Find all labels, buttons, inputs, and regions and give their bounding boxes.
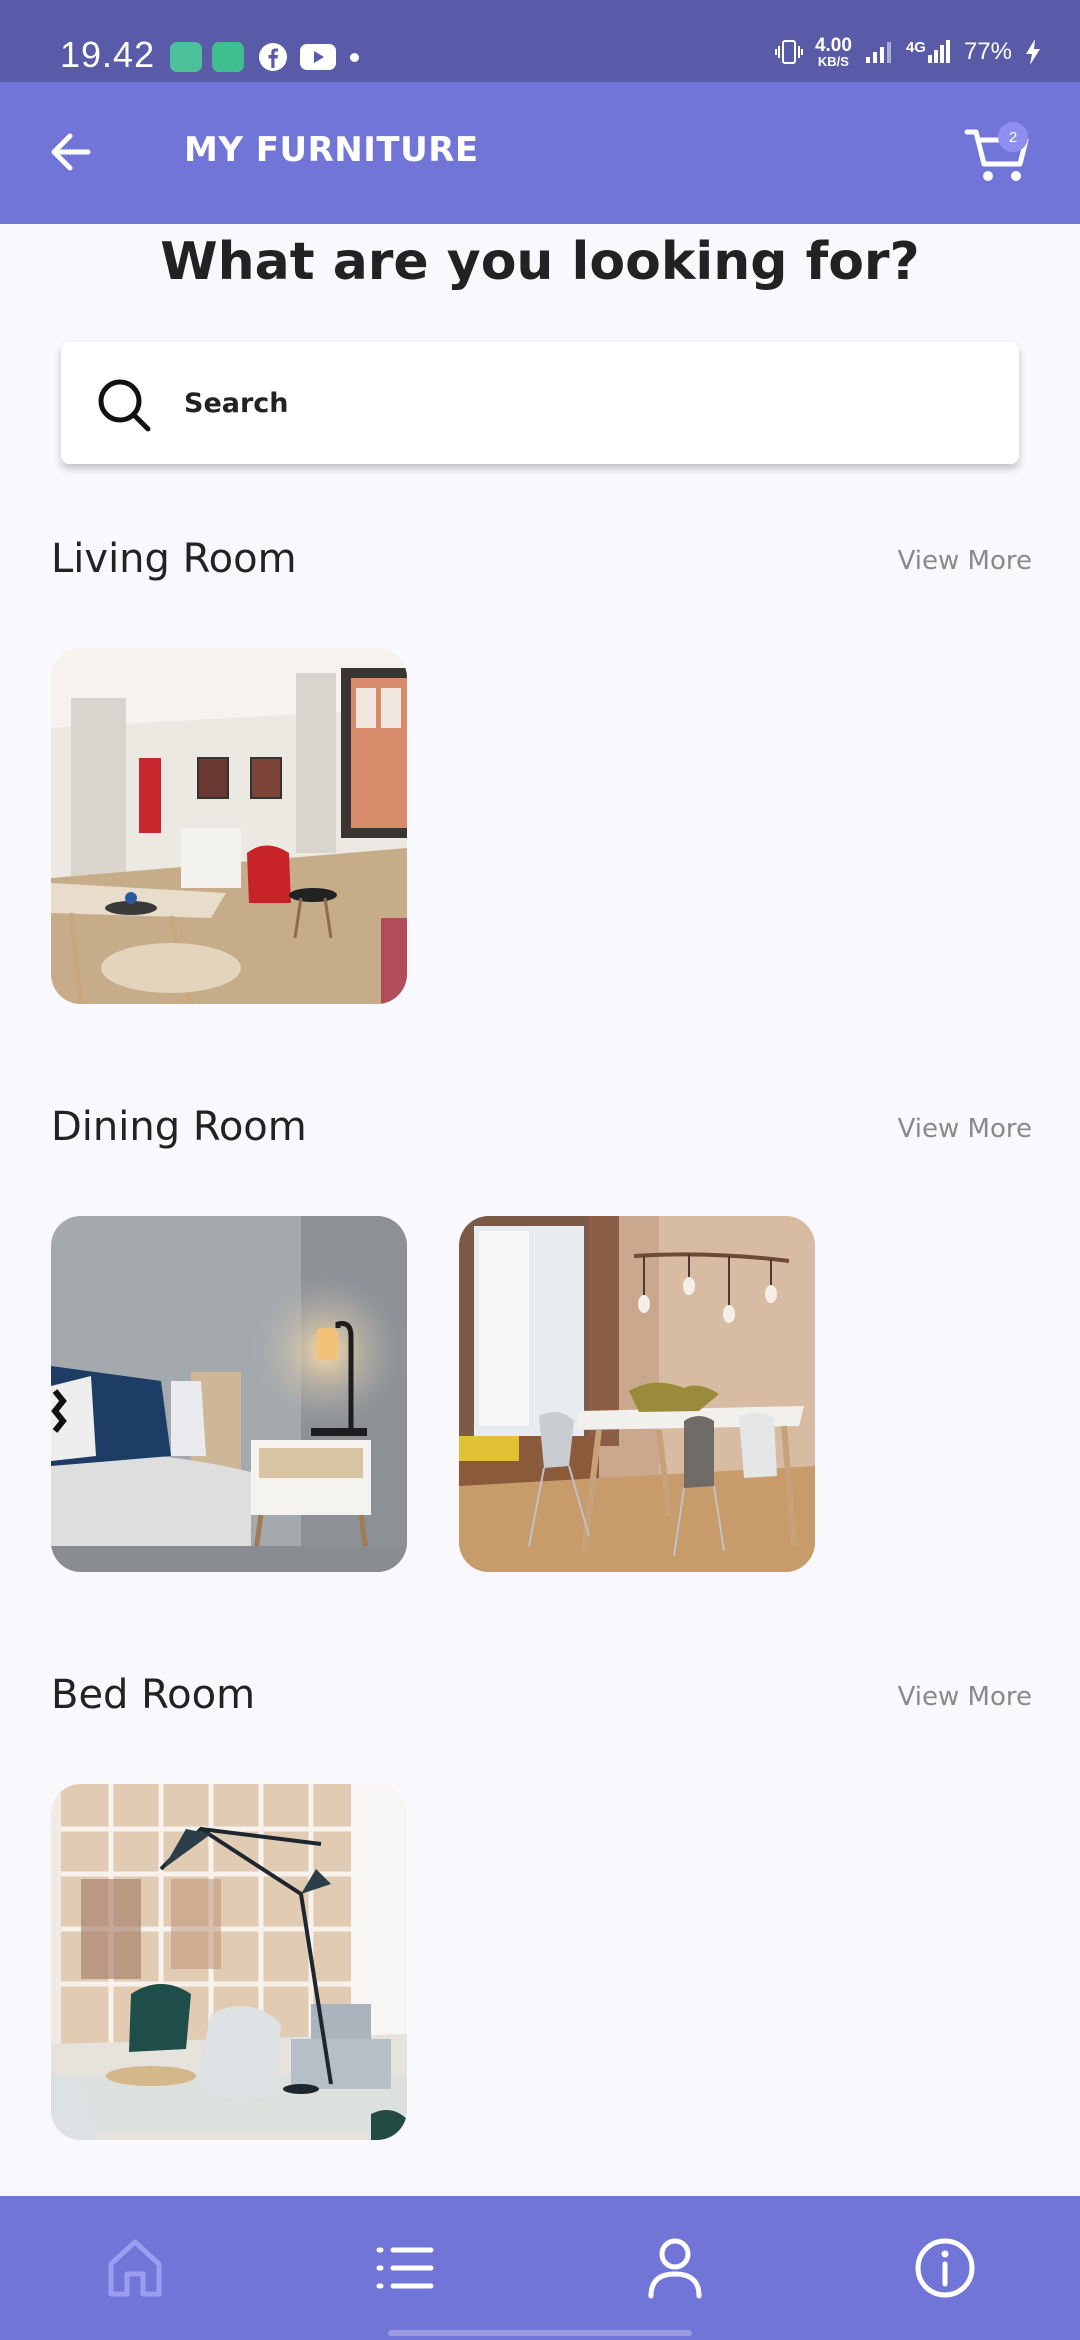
- bed-room-image[interactable]: [51, 1784, 407, 2140]
- dining-room-photo: [459, 1216, 815, 1572]
- network-type: 4G: [906, 39, 952, 65]
- facebook-icon: [259, 43, 287, 71]
- bottom-navigation: [0, 2196, 1080, 2340]
- section-title-bed-room: Bed Room: [51, 1672, 256, 1718]
- notification-app-icon: [170, 42, 202, 72]
- list-icon[interactable]: [369, 2232, 441, 2304]
- view-more-bed-room[interactable]: View More: [898, 1682, 1032, 1712]
- info-icon[interactable]: [909, 2232, 981, 2304]
- view-more-dining-room[interactable]: View More: [898, 1114, 1032, 1144]
- page-heading: What are you looking for?: [160, 232, 920, 292]
- living-room-photo: [51, 648, 407, 1004]
- more-notifications-dot: [350, 53, 359, 62]
- signal-4g-icon: [927, 40, 950, 63]
- dining-room-image-table[interactable]: [459, 1216, 815, 1572]
- gesture-bar: [388, 2330, 692, 2336]
- back-arrow-icon[interactable]: [44, 124, 100, 180]
- profile-icon[interactable]: [639, 2232, 711, 2304]
- cart-count-badge: 2: [998, 122, 1028, 152]
- bed-room-photo: [51, 1784, 407, 2140]
- notification-app-icon: [212, 42, 244, 72]
- status-bar: 19.42 4.00 KB/S 4G 77%: [0, 0, 1080, 82]
- app-bar: MY FURNITURE 2: [0, 82, 1080, 224]
- dining-room-image-bedside[interactable]: [51, 1216, 407, 1572]
- cart-button[interactable]: 2: [964, 122, 1034, 186]
- search-icon: [98, 379, 151, 432]
- living-room-image[interactable]: [51, 648, 407, 1004]
- network-speed: 4.00 KB/S: [814, 35, 852, 69]
- section-title-dining-room: Dining Room: [51, 1104, 307, 1150]
- vibrate-icon: [774, 40, 803, 64]
- signal-icon: [865, 42, 891, 63]
- status-time: 19.42: [60, 34, 156, 75]
- bedroom-photo: [51, 1216, 407, 1572]
- search-input[interactable]: [184, 380, 984, 426]
- charging-icon: [1026, 39, 1040, 65]
- view-more-living-room[interactable]: View More: [898, 546, 1032, 576]
- youtube-icon: [300, 44, 336, 70]
- home-icon[interactable]: [99, 2232, 171, 2304]
- status-indicators: 4.00 KB/S 4G 77%: [774, 35, 1042, 69]
- app-title: MY FURNITURE: [184, 130, 479, 170]
- search-box[interactable]: [61, 342, 1019, 464]
- battery-percent: 77%: [963, 38, 1012, 65]
- section-title-living-room: Living Room: [51, 536, 297, 582]
